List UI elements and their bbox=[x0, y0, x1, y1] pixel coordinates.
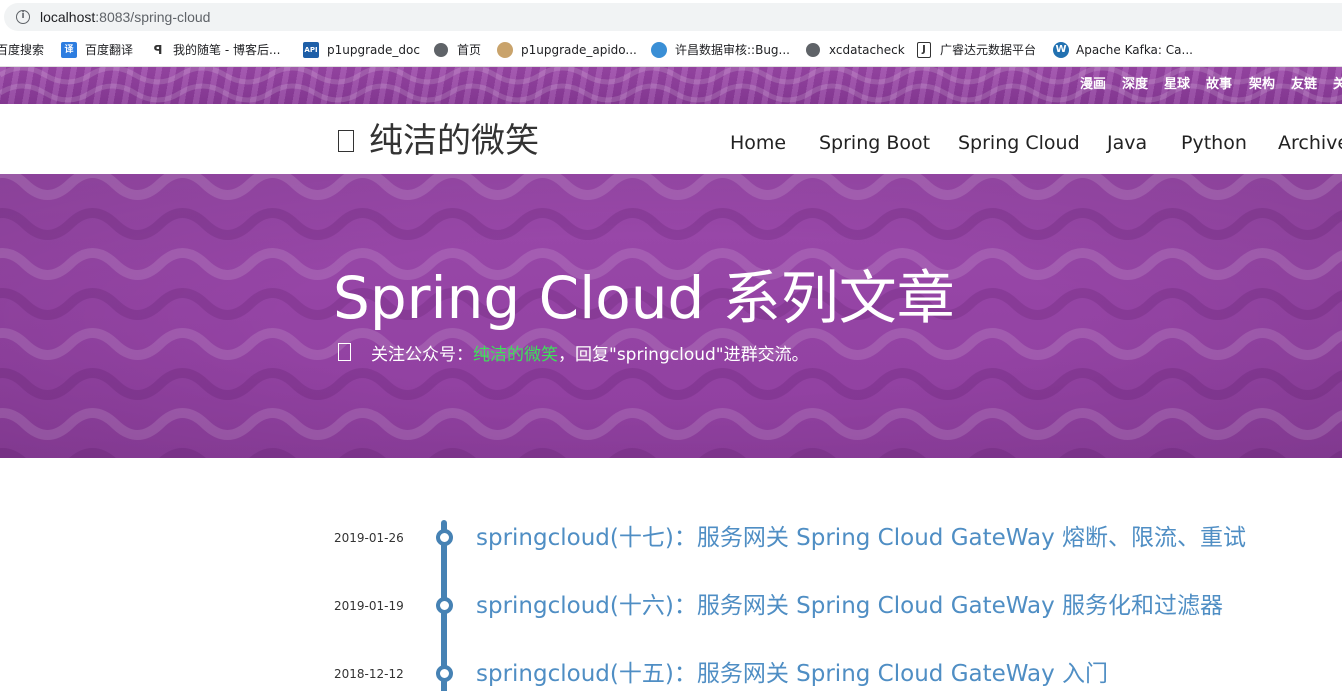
topnav-link[interactable]: 架构 bbox=[1249, 77, 1275, 93]
translate-icon: 译 bbox=[61, 42, 77, 58]
api-icon: API bbox=[303, 42, 319, 58]
cnblogs-icon: ꟼ bbox=[153, 43, 163, 57]
wordpress-icon: W bbox=[1053, 42, 1069, 58]
wechat-account-link[interactable]: 纯洁的微笑 bbox=[473, 345, 558, 365]
wechat-icon bbox=[338, 343, 351, 361]
timeline-dot bbox=[436, 529, 453, 546]
browser-address-bar: i localhost:8083/spring-cloud bbox=[0, 0, 1342, 34]
topnav-link[interactable]: 星球 bbox=[1164, 77, 1190, 93]
hero-wave-line bbox=[0, 174, 1342, 200]
nav-archive[interactable]: Archive bbox=[1278, 131, 1342, 155]
hero-subtitle: 关注公众号：纯洁的微笑，回复"springcloud"进群交流。 bbox=[371, 345, 809, 365]
earth-icon bbox=[651, 42, 667, 58]
brand-icon bbox=[338, 130, 354, 152]
globe-icon bbox=[434, 43, 448, 57]
hero-title: Spring Cloud 系列文章 bbox=[333, 264, 955, 332]
hero-wave-line bbox=[0, 408, 1342, 440]
timeline-dot bbox=[436, 665, 453, 682]
topnav-link[interactable]: 深度 bbox=[1122, 77, 1148, 93]
nav-spring-boot[interactable]: Spring Boot bbox=[819, 131, 930, 155]
post-title-link[interactable]: springcloud(十五)：服务网关 Spring Cloud GateWa… bbox=[476, 659, 1108, 689]
post-date: 2019-01-26 bbox=[334, 531, 404, 545]
post-date: 2018-12-12 bbox=[334, 667, 404, 681]
nav-java[interactable]: Java bbox=[1107, 131, 1147, 155]
timeline-dot bbox=[436, 597, 453, 614]
topnav-link[interactable]: 故事 bbox=[1206, 77, 1232, 93]
hero-wave-line bbox=[0, 208, 1342, 240]
post-title-link[interactable]: springcloud(十六)：服务网关 Spring Cloud GateWa… bbox=[476, 591, 1223, 621]
hero-wave-line bbox=[0, 448, 1342, 458]
hero-wave-line bbox=[0, 368, 1342, 400]
nav-spring-cloud[interactable]: Spring Cloud bbox=[958, 131, 1080, 155]
nav-python[interactable]: Python bbox=[1181, 131, 1247, 155]
j-icon: J bbox=[917, 42, 931, 58]
nav-home[interactable]: Home bbox=[730, 131, 786, 155]
info-icon[interactable]: i bbox=[16, 10, 30, 24]
url-text[interactable]: localhost:8083/spring-cloud bbox=[40, 8, 210, 26]
bookmarks-bar: 百度搜索 译 百度翻译 ꟼ 我的随笔 - 博客后... API p1upgrad… bbox=[0, 34, 1342, 67]
globe-icon bbox=[806, 43, 820, 57]
url-field[interactable]: i localhost:8083/spring-cloud bbox=[4, 3, 1342, 31]
topnav-link[interactable]: 关 bbox=[1333, 77, 1342, 93]
topnav-link[interactable]: 漫画 bbox=[1080, 77, 1106, 93]
topnav-link[interactable]: 友链 bbox=[1291, 77, 1317, 93]
user-icon bbox=[497, 42, 513, 58]
site-top-strip: 漫画 深度 星球 故事 架构 友链 关 bbox=[0, 67, 1342, 104]
site-brand[interactable]: 纯洁的微笑 bbox=[369, 120, 539, 162]
post-date: 2019-01-19 bbox=[334, 599, 404, 613]
post-title-link[interactable]: springcloud(十七)：服务网关 Spring Cloud GateWa… bbox=[476, 523, 1246, 553]
